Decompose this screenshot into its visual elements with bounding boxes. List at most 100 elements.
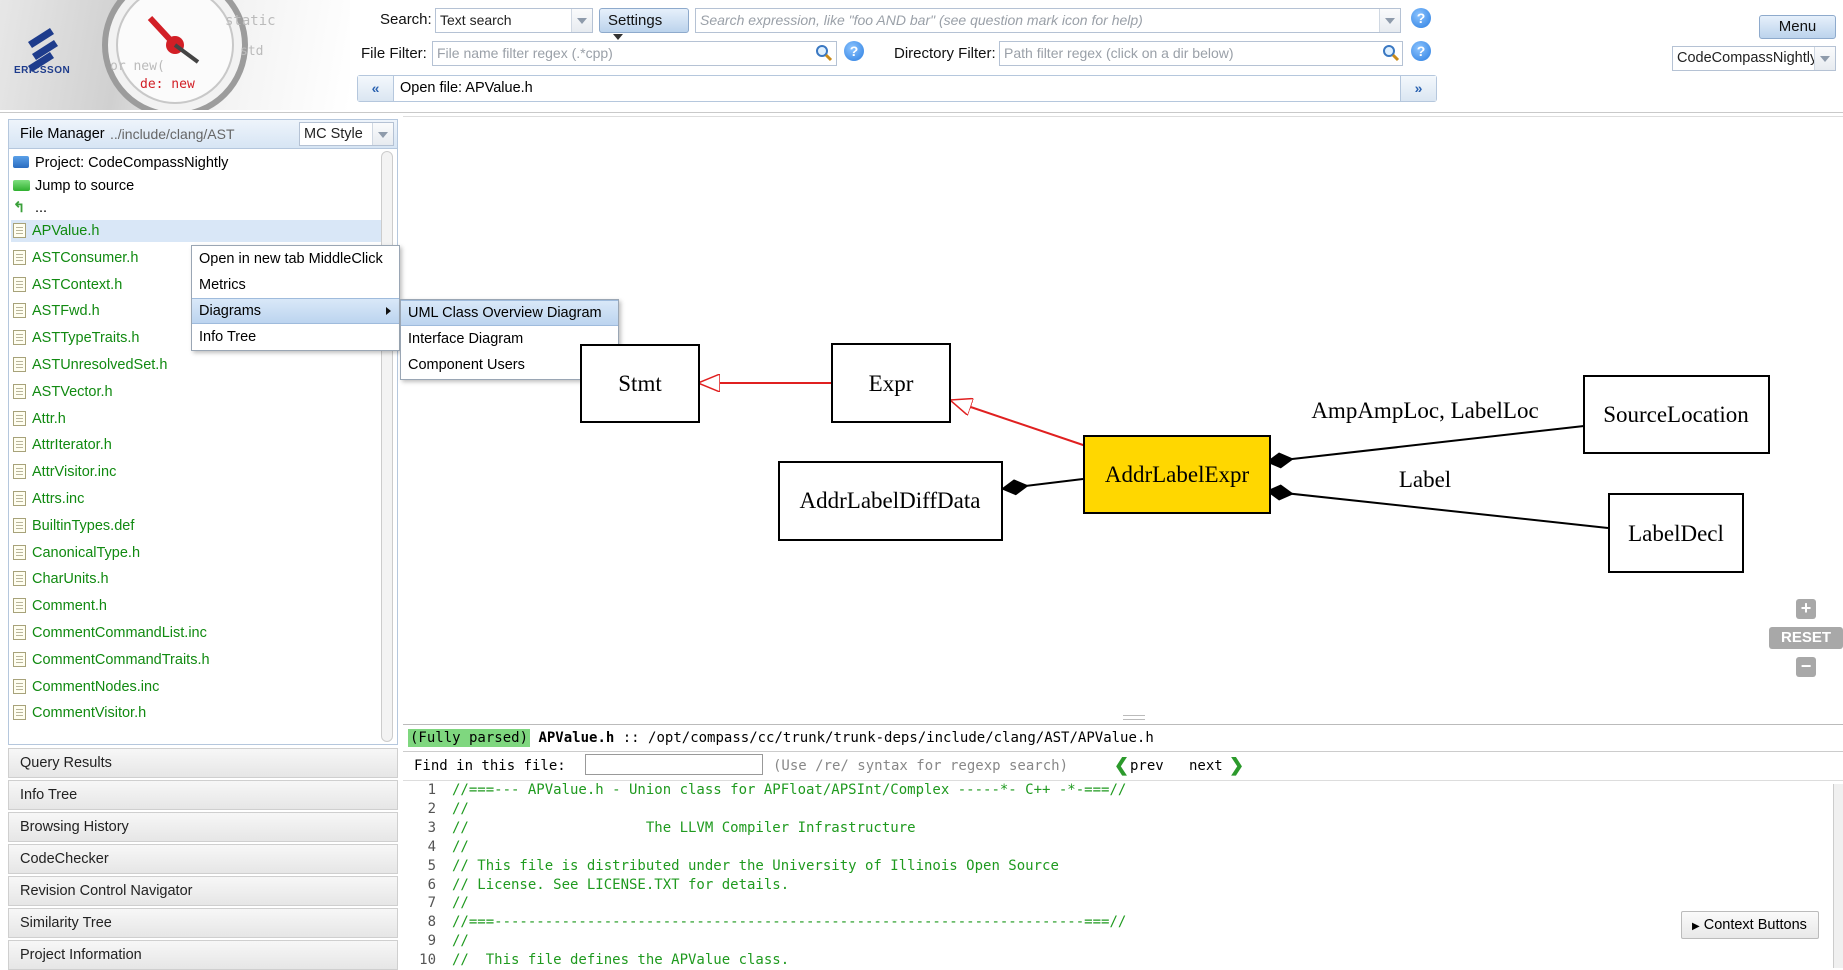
file-item[interactable]: CanonicalType.h xyxy=(13,542,140,564)
file-item[interactable]: ASTConsumer.h xyxy=(13,247,138,269)
file-item[interactable]: AttrVisitor.inc xyxy=(13,461,116,483)
code-line: 2 // xyxy=(403,800,1823,819)
metrics-item[interactable]: Metrics xyxy=(192,272,399,298)
file-item[interactable]: Attrs.inc xyxy=(13,488,84,510)
code-text: // The LLVM Compiler Infrastructure xyxy=(452,819,916,836)
accordion-project-information[interactable]: Project Information xyxy=(8,940,398,970)
node-stmt-label: Stmt xyxy=(618,371,662,396)
find-input[interactable] xyxy=(585,754,763,775)
node-labeldecl-label: LabelDecl xyxy=(1628,521,1724,546)
next-button[interactable]: next xyxy=(1189,758,1223,774)
file-item[interactable]: CommentCommandTraits.h xyxy=(13,649,210,671)
file-icon xyxy=(13,330,26,346)
dir-filter-help-icon[interactable]: ? xyxy=(1411,41,1431,61)
context-buttons[interactable]: ▶ Context Buttons xyxy=(1681,911,1819,939)
diagrams-item[interactable]: Diagrams xyxy=(192,298,399,324)
file-filter-input[interactable]: File name filter regex (.*cpp) xyxy=(432,41,837,66)
search-icon[interactable] xyxy=(1382,44,1400,62)
file-item[interactable]: CommentCommandList.inc xyxy=(13,622,207,644)
file-item[interactable]: AttrIterator.h xyxy=(13,434,112,456)
file-item[interactable]: Comment.h xyxy=(13,595,107,617)
find-bar: Find in this file: (Use /re/ syntax for … xyxy=(403,752,1843,781)
file-filter-help-icon[interactable]: ? xyxy=(844,41,864,61)
splitter-handle[interactable] xyxy=(1123,715,1145,720)
ericsson-logo: static or new( de: new std ERICSSON xyxy=(0,0,350,110)
diagram-area[interactable]: Stmt Expr AddrLabelExpr AddrLabelDiffDat… xyxy=(403,116,1843,721)
search-help-icon[interactable]: ? xyxy=(1411,8,1431,28)
search-type-select[interactable]: Text search xyxy=(435,8,593,33)
code-text: // This file defines the APValue class. xyxy=(452,952,790,969)
info-tree-item[interactable]: Info Tree xyxy=(192,324,399,350)
search-icon[interactable] xyxy=(815,44,833,62)
context-buttons-label: Context Buttons xyxy=(1703,917,1807,933)
jump-to-source-item[interactable]: Jump to source xyxy=(13,175,134,197)
file-item[interactable]: ASTContext.h xyxy=(13,274,122,296)
triangle-right-icon: ▶ xyxy=(1692,921,1700,932)
folder-icon xyxy=(13,156,29,168)
file-item-label: ASTConsumer.h xyxy=(32,249,139,266)
node-sourcelocation[interactable]: SourceLocation xyxy=(1583,375,1770,454)
file-item[interactable]: ASTTypeTraits.h xyxy=(13,327,139,349)
code-path: /opt/compass/cc/trunk/trunk-deps/include… xyxy=(648,730,1154,746)
logo-wordmark: ERICSSON xyxy=(14,65,71,76)
accordion-similarity-tree[interactable]: Similarity Tree xyxy=(8,908,398,938)
accordion-query-results[interactable]: Query Results xyxy=(8,748,398,778)
settings-button[interactable]: Settings xyxy=(599,8,689,40)
accordion-codechecker[interactable]: CodeChecker xyxy=(8,844,398,874)
file-icon xyxy=(13,678,26,694)
accordion-browsing-history[interactable]: Browsing History xyxy=(8,812,398,842)
line-number: 9 xyxy=(427,933,436,950)
node-stmt[interactable]: Stmt xyxy=(580,344,700,423)
zoom-reset-button[interactable]: RESET xyxy=(1769,627,1843,649)
project-item[interactable]: Project: CodeCompassNightly xyxy=(13,152,228,174)
file-item[interactable]: APValue.h xyxy=(11,220,381,242)
accordion-label: Query Results xyxy=(20,755,112,771)
code-text: // xyxy=(452,838,469,855)
history-back-button[interactable]: « xyxy=(358,76,394,101)
file-item[interactable]: ASTUnresolvedSet.h xyxy=(13,354,167,376)
code-text: // This file is distributed under the Un… xyxy=(452,857,1059,874)
code-text: // xyxy=(452,933,469,950)
search-expression-input[interactable]: Search expression, like "foo AND bar" (s… xyxy=(695,8,1401,33)
accordion-label: Browsing History xyxy=(20,819,129,835)
file-item[interactable]: CommentVisitor.h xyxy=(13,702,146,724)
accordion-info-tree[interactable]: Info Tree xyxy=(8,780,398,810)
edge-addrlabelexpr-diffdata xyxy=(1000,478,1084,496)
prev-button[interactable]: prev xyxy=(1130,758,1164,774)
file-item[interactable]: ASTFwd.h xyxy=(13,300,100,322)
dir-filter-input[interactable]: Path filter regex (click on a dir below) xyxy=(999,41,1403,66)
project-select[interactable]: CodeCompassNightly xyxy=(1672,46,1836,71)
menu-button[interactable]: Menu xyxy=(1759,15,1836,39)
accordion-label: Similarity Tree xyxy=(20,915,112,931)
accordion-revision-control-navigator[interactable]: Revision Control Navigator xyxy=(8,876,398,906)
parent-dir-item[interactable]: ↰... xyxy=(13,197,47,219)
next-arrow-icon[interactable]: ❯ xyxy=(1229,755,1244,776)
file-item[interactable]: CharUnits.h xyxy=(13,568,109,590)
history-forward-button[interactable]: » xyxy=(1400,76,1436,101)
mc-style-select[interactable]: MC Style xyxy=(299,122,394,146)
prev-arrow-icon[interactable]: ❮ xyxy=(1114,755,1129,776)
node-addrlabeldiffdata[interactable]: AddrLabelDiffData xyxy=(778,461,1003,541)
file-item-label: Comment.h xyxy=(32,598,107,615)
line-number: 7 xyxy=(427,895,436,912)
file-item[interactable]: ASTVector.h xyxy=(13,381,113,403)
file-item[interactable]: BuiltinTypes.def xyxy=(13,515,134,537)
node-expr[interactable]: Expr xyxy=(831,343,951,423)
open-in-new-tab-item[interactable]: Open in new tab MiddleClick xyxy=(192,246,399,272)
file-item[interactable]: Attr.h xyxy=(13,408,66,430)
edge-label-label: Label xyxy=(1399,467,1451,492)
compass-logo-icon: static or new( de: new std xyxy=(28,0,276,110)
file-list-scrollbar[interactable] xyxy=(381,151,393,742)
file-item-label: ASTTypeTraits.h xyxy=(32,330,140,347)
node-labeldecl[interactable]: LabelDecl xyxy=(1608,493,1744,573)
zoom-in-icon[interactable]: + xyxy=(1796,599,1816,619)
jump-to-source-label: Jump to source xyxy=(35,178,135,194)
node-addrlabelexpr[interactable]: AddrLabelExpr xyxy=(1083,435,1271,514)
file-icon xyxy=(13,357,26,372)
file-item-label: CommentVisitor.h xyxy=(32,705,147,722)
code-scrollbar[interactable] xyxy=(1833,784,1843,968)
node-addrlabeldiffdata-label: AddrLabelDiffData xyxy=(800,488,981,513)
file-item-label: Attr.h xyxy=(32,410,66,427)
file-item[interactable]: CommentNodes.inc xyxy=(13,676,159,698)
zoom-out-icon[interactable]: − xyxy=(1796,657,1816,677)
